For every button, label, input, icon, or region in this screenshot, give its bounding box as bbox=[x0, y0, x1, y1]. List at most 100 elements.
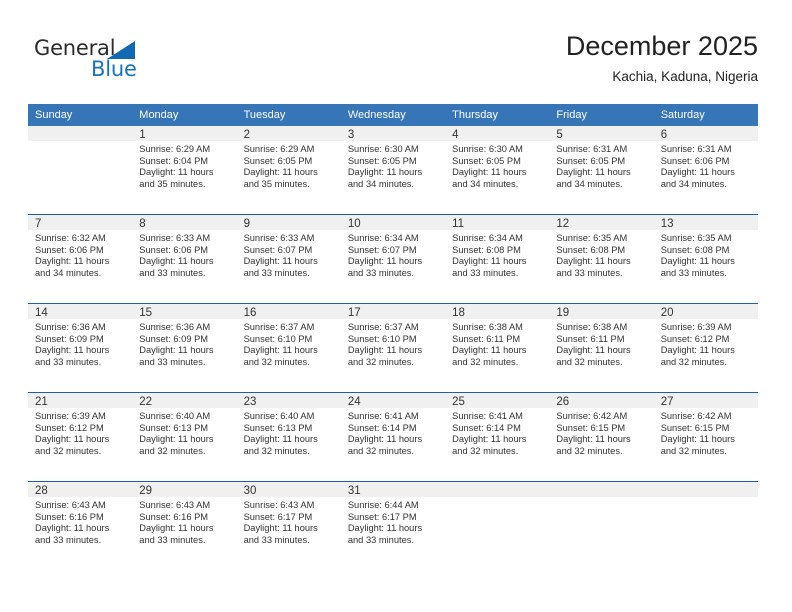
day-cell-inner: 27 Sunrise: 6:42 AM Sunset: 6:15 PM Dayl… bbox=[653, 393, 758, 481]
weekday-header-saturday: Saturday bbox=[653, 104, 758, 126]
daylight-text-line1: Daylight: 11 hours bbox=[452, 256, 527, 267]
calendar-day-cell[interactable]: 10 Sunrise: 6:34 AM Sunset: 6:07 PM Dayl… bbox=[340, 214, 446, 304]
calendar-day-cell[interactable]: 29 Sunrise: 6:43 AM Sunset: 6:16 PM Dayl… bbox=[132, 481, 237, 570]
calendar-day-cell[interactable]: 5 Sunrise: 6:31 AM Sunset: 6:05 PM Dayli… bbox=[549, 126, 654, 215]
calendar-day-cell[interactable] bbox=[549, 481, 654, 570]
calendar-day-cell[interactable]: 22 Sunrise: 6:40 AM Sunset: 6:13 PM Dayl… bbox=[132, 392, 237, 482]
day-number: 19 bbox=[549, 304, 654, 319]
day-cell-inner: 15 Sunrise: 6:36 AM Sunset: 6:09 PM Dayl… bbox=[132, 304, 237, 392]
daylight-text-line2: and 32 minutes. bbox=[139, 445, 206, 456]
sunrise-text: Sunrise: 6:29 AM bbox=[243, 144, 315, 154]
day-number: 30 bbox=[236, 482, 341, 497]
day-number: 15 bbox=[132, 304, 237, 319]
calendar-day-cell[interactable]: 31 Sunrise: 6:44 AM Sunset: 6:17 PM Dayl… bbox=[340, 481, 446, 570]
day-number: 18 bbox=[445, 304, 550, 319]
calendar-day-cell[interactable]: 30 Sunrise: 6:43 AM Sunset: 6:17 PM Dayl… bbox=[236, 481, 341, 570]
daylight-text-line2: and 34 minutes. bbox=[660, 178, 727, 189]
calendar-day-cell[interactable]: 9 Sunrise: 6:33 AM Sunset: 6:07 PM Dayli… bbox=[236, 214, 341, 304]
calendar-day-cell[interactable]: 6 Sunrise: 6:31 AM Sunset: 6:06 PM Dayli… bbox=[653, 126, 758, 215]
calendar-day-cell[interactable]: 12 Sunrise: 6:35 AM Sunset: 6:08 PM Dayl… bbox=[549, 214, 654, 304]
sunset-text: Sunset: 6:17 PM bbox=[243, 511, 313, 522]
day-cell-inner: 30 Sunrise: 6:43 AM Sunset: 6:17 PM Dayl… bbox=[236, 482, 341, 570]
day-cell-inner: 17 Sunrise: 6:37 AM Sunset: 6:10 PM Dayl… bbox=[340, 304, 446, 392]
day-cell-inner: 26 Sunrise: 6:42 AM Sunset: 6:15 PM Dayl… bbox=[549, 393, 654, 481]
calendar-day-cell[interactable]: 19 Sunrise: 6:38 AM Sunset: 6:11 PM Dayl… bbox=[549, 303, 654, 393]
calendar-day-cell[interactable]: 14 Sunrise: 6:36 AM Sunset: 6:09 PM Dayl… bbox=[28, 303, 133, 393]
sunrise-text: Sunrise: 6:43 AM bbox=[35, 500, 106, 510]
daylight-text-line1: Daylight: 11 hours bbox=[556, 256, 631, 267]
day-cell-inner: 14 Sunrise: 6:36 AM Sunset: 6:09 PM Dayl… bbox=[28, 304, 133, 392]
sunrise-text: Sunrise: 6:37 AM bbox=[243, 322, 315, 332]
calendar-day-cell[interactable] bbox=[653, 481, 758, 570]
day-details: Sunrise: 6:32 AM Sunset: 6:06 PM Dayligh… bbox=[28, 230, 132, 279]
calendar-day-cell[interactable]: 24 Sunrise: 6:41 AM Sunset: 6:14 PM Dayl… bbox=[340, 392, 446, 482]
day-number: 24 bbox=[340, 393, 446, 408]
calendar-day-cell[interactable]: 25 Sunrise: 6:41 AM Sunset: 6:14 PM Dayl… bbox=[445, 392, 550, 482]
weekday-header-friday: Friday bbox=[549, 104, 654, 126]
daylight-text-line1: Daylight: 11 hours bbox=[660, 256, 735, 267]
day-cell-inner: 25 Sunrise: 6:41 AM Sunset: 6:14 PM Dayl… bbox=[445, 393, 550, 481]
general-blue-logo[interactable]: General Blue bbox=[34, 36, 194, 84]
calendar-week-row: 7 Sunrise: 6:32 AM Sunset: 6:06 PM Dayli… bbox=[28, 214, 758, 304]
sunrise-text: Sunrise: 6:31 AM bbox=[660, 144, 732, 154]
calendar-day-cell[interactable]: 8 Sunrise: 6:33 AM Sunset: 6:06 PM Dayli… bbox=[132, 214, 237, 304]
day-cell-inner: 22 Sunrise: 6:40 AM Sunset: 6:13 PM Dayl… bbox=[132, 393, 237, 481]
sunrise-text: Sunrise: 6:35 AM bbox=[660, 233, 732, 243]
calendar-day-cell[interactable]: 7 Sunrise: 6:32 AM Sunset: 6:06 PM Dayli… bbox=[28, 214, 133, 304]
calendar-day-cell[interactable]: 2 Sunrise: 6:29 AM Sunset: 6:05 PM Dayli… bbox=[236, 126, 341, 215]
sunrise-text: Sunrise: 6:41 AM bbox=[452, 411, 523, 421]
calendar-day-cell[interactable]: 11 Sunrise: 6:34 AM Sunset: 6:08 PM Dayl… bbox=[445, 214, 550, 304]
daylight-text-line1: Daylight: 11 hours bbox=[452, 167, 527, 178]
daylight-text-line2: and 32 minutes. bbox=[347, 445, 414, 456]
day-details: Sunrise: 6:41 AM Sunset: 6:14 PM Dayligh… bbox=[445, 408, 549, 457]
day-details: Sunrise: 6:42 AM Sunset: 6:15 PM Dayligh… bbox=[549, 408, 653, 457]
daylight-text-line1: Daylight: 11 hours bbox=[35, 434, 110, 445]
calendar-day-cell[interactable]: 4 Sunrise: 6:30 AM Sunset: 6:05 PM Dayli… bbox=[445, 126, 550, 215]
calendar-day-cell[interactable]: 18 Sunrise: 6:38 AM Sunset: 6:11 PM Dayl… bbox=[445, 303, 550, 393]
day-number bbox=[445, 482, 550, 497]
sunrise-text: Sunrise: 6:29 AM bbox=[139, 144, 211, 154]
calendar-day-cell[interactable]: 1 Sunrise: 6:29 AM Sunset: 6:04 PM Dayli… bbox=[132, 126, 237, 215]
day-details: Sunrise: 6:34 AM Sunset: 6:08 PM Dayligh… bbox=[445, 230, 549, 279]
day-cell-inner: 4 Sunrise: 6:30 AM Sunset: 6:05 PM Dayli… bbox=[445, 126, 550, 214]
calendar-day-cell[interactable] bbox=[28, 126, 133, 215]
sunset-text: Sunset: 6:09 PM bbox=[139, 333, 209, 344]
day-details: Sunrise: 6:37 AM Sunset: 6:10 PM Dayligh… bbox=[341, 319, 445, 368]
calendar-day-cell[interactable]: 28 Sunrise: 6:43 AM Sunset: 6:16 PM Dayl… bbox=[28, 481, 133, 570]
sunrise-text: Sunrise: 6:30 AM bbox=[452, 144, 523, 154]
calendar-day-cell[interactable]: 27 Sunrise: 6:42 AM Sunset: 6:15 PM Dayl… bbox=[653, 392, 758, 482]
calendar-day-cell[interactable]: 26 Sunrise: 6:42 AM Sunset: 6:15 PM Dayl… bbox=[549, 392, 654, 482]
calendar-day-cell[interactable]: 13 Sunrise: 6:35 AM Sunset: 6:08 PM Dayl… bbox=[653, 214, 758, 304]
day-details bbox=[28, 141, 132, 144]
calendar-day-cell[interactable] bbox=[445, 481, 550, 570]
day-cell-inner: 2 Sunrise: 6:29 AM Sunset: 6:05 PM Dayli… bbox=[236, 126, 341, 214]
daylight-text-line1: Daylight: 11 hours bbox=[347, 523, 423, 534]
daylight-text-line2: and 35 minutes. bbox=[243, 178, 310, 189]
day-cell-inner: 7 Sunrise: 6:32 AM Sunset: 6:06 PM Dayli… bbox=[28, 215, 133, 303]
day-cell-inner: 23 Sunrise: 6:40 AM Sunset: 6:13 PM Dayl… bbox=[236, 393, 341, 481]
daylight-text-line1: Daylight: 11 hours bbox=[660, 345, 735, 356]
day-number: 2 bbox=[236, 126, 341, 141]
day-cell-inner: 9 Sunrise: 6:33 AM Sunset: 6:07 PM Dayli… bbox=[236, 215, 341, 303]
calendar-day-cell[interactable]: 21 Sunrise: 6:39 AM Sunset: 6:12 PM Dayl… bbox=[28, 392, 133, 482]
weekday-header-thursday: Thursday bbox=[445, 104, 550, 126]
sunrise-text: Sunrise: 6:42 AM bbox=[556, 411, 628, 421]
calendar-day-cell[interactable]: 20 Sunrise: 6:39 AM Sunset: 6:12 PM Dayl… bbox=[653, 303, 758, 393]
calendar-day-cell[interactable]: 3 Sunrise: 6:30 AM Sunset: 6:05 PM Dayli… bbox=[340, 126, 446, 215]
day-number: 14 bbox=[28, 304, 133, 319]
sunrise-text: Sunrise: 6:42 AM bbox=[660, 411, 732, 421]
sunrise-text: Sunrise: 6:43 AM bbox=[139, 500, 211, 510]
calendar-day-cell[interactable]: 23 Sunrise: 6:40 AM Sunset: 6:13 PM Dayl… bbox=[236, 392, 341, 482]
page-title: December 2025 bbox=[565, 31, 758, 61]
daylight-text-line1: Daylight: 11 hours bbox=[139, 167, 214, 178]
daylight-text-line1: Daylight: 11 hours bbox=[35, 256, 110, 267]
calendar-day-cell[interactable]: 16 Sunrise: 6:37 AM Sunset: 6:10 PM Dayl… bbox=[236, 303, 341, 393]
daylight-text-line1: Daylight: 11 hours bbox=[243, 167, 318, 178]
sunset-text: Sunset: 6:07 PM bbox=[347, 244, 417, 255]
day-details: Sunrise: 6:31 AM Sunset: 6:05 PM Dayligh… bbox=[549, 141, 653, 190]
day-number: 28 bbox=[28, 482, 133, 497]
calendar-day-cell[interactable]: 15 Sunrise: 6:36 AM Sunset: 6:09 PM Dayl… bbox=[132, 303, 237, 393]
calendar-body: 1 Sunrise: 6:29 AM Sunset: 6:04 PM Dayli… bbox=[28, 126, 758, 570]
weekday-header-monday: Monday bbox=[132, 104, 237, 126]
calendar-day-cell[interactable]: 17 Sunrise: 6:37 AM Sunset: 6:10 PM Dayl… bbox=[340, 303, 446, 393]
